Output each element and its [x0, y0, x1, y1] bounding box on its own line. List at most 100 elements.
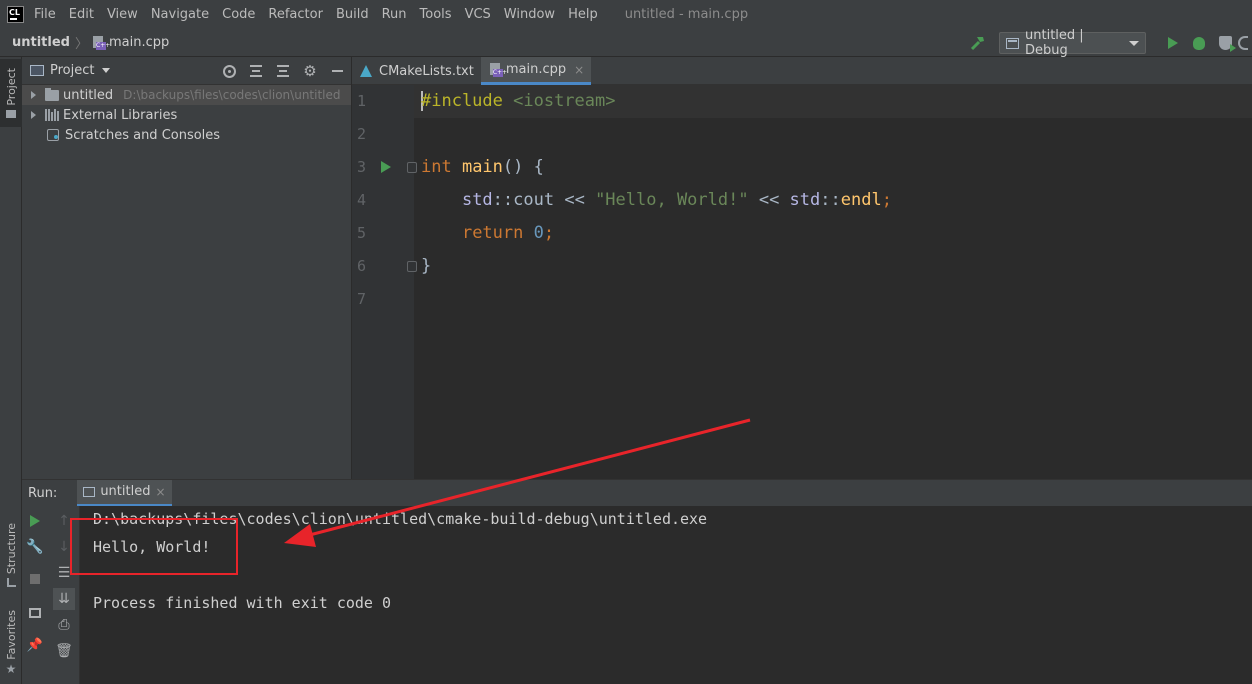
restore-layout-button[interactable]: [24, 602, 46, 624]
menu-build[interactable]: Build: [336, 7, 369, 22]
breadcrumb-project[interactable]: untitled: [12, 35, 70, 50]
close-icon[interactable]: ×: [155, 485, 165, 499]
tab-main-cpp[interactable]: C++ main.cpp ×: [480, 57, 592, 85]
run-panel-header: Run: untitled ×: [22, 479, 1252, 507]
breadcrumb-file[interactable]: main.cpp: [109, 35, 169, 50]
close-icon[interactable]: ×: [574, 63, 584, 77]
configuration-icon: [1006, 37, 1019, 49]
favorites-tool-tab[interactable]: Favorites ★: [0, 605, 22, 681]
print-button[interactable]: ⎙: [53, 614, 75, 636]
clear-all-button[interactable]: 🗑: [53, 640, 75, 662]
menu-navigate[interactable]: Navigate: [151, 7, 209, 22]
expand-all-button[interactable]: [246, 61, 266, 81]
project-tree: untitled D:\backups\files\codes\clion\un…: [22, 85, 351, 145]
trash-icon: 🗑: [55, 643, 73, 659]
play-icon: [1168, 37, 1178, 49]
pin-tab-button[interactable]: 📌: [24, 634, 46, 656]
line-number: 3: [357, 158, 367, 176]
stop-button[interactable]: [24, 568, 46, 590]
stop-icon: [30, 574, 40, 584]
structure-tool-tab[interactable]: Structure: [0, 517, 22, 593]
chevron-down-icon[interactable]: [102, 68, 111, 73]
chevron-right-icon[interactable]: [31, 91, 36, 99]
line-number: 7: [357, 290, 367, 308]
code-line-4: std::cout << "Hello, World!" << std::end…: [461, 190, 892, 210]
tree-item-label: untitled: [63, 87, 114, 103]
clion-logo-icon: CL: [7, 6, 24, 23]
menu-file[interactable]: File: [34, 7, 56, 22]
structure-tool-label: Structure: [4, 522, 18, 575]
run-button[interactable]: [1160, 32, 1186, 54]
menu-edit[interactable]: Edit: [69, 7, 94, 22]
scroll-to-end-icon: ⇊: [58, 591, 70, 607]
menu-view[interactable]: View: [107, 7, 138, 22]
library-icon: [45, 109, 59, 121]
menu-window[interactable]: Window: [504, 7, 555, 22]
menu-run[interactable]: Run: [382, 7, 407, 22]
expand-all-icon: [250, 65, 262, 77]
coverage-shield-icon: [1218, 36, 1236, 52]
project-panel: Project ⚙ untitled D:\backups\files\code…: [22, 57, 352, 479]
line-number: 2: [357, 125, 367, 143]
tree-item-untitled[interactable]: untitled D:\backups\files\codes\clion\un…: [22, 85, 351, 105]
project-panel-title[interactable]: Project: [50, 63, 94, 78]
editor-gutter: 1 2 3 4 5 6 7: [352, 85, 417, 479]
cmake-icon: [360, 65, 372, 77]
menu-code[interactable]: Code: [222, 7, 255, 22]
code-line-1: #include <iostream>: [421, 91, 616, 111]
tab-cmakelists[interactable]: CMakeLists.txt: [352, 57, 481, 85]
run-panel-title: Run:: [28, 485, 58, 501]
target-icon: [222, 64, 236, 78]
rerun-button[interactable]: [24, 510, 46, 532]
chevron-down-icon: [1129, 40, 1139, 46]
configuration-icon: [83, 486, 96, 497]
code-line-6: }: [421, 256, 432, 276]
run-configuration-select[interactable]: untitled | Debug: [999, 28, 1146, 58]
menu-help[interactable]: Help: [568, 7, 598, 22]
run-tab-untitled[interactable]: untitled ×: [77, 479, 172, 507]
code-area[interactable]: #include <iostream> int main() { std::co…: [414, 85, 1252, 479]
tree-item-label: Scratches and Consoles: [65, 127, 221, 143]
chevron-right-icon[interactable]: [31, 111, 36, 119]
menu-vcs[interactable]: VCS: [465, 7, 491, 22]
structure-icon: [6, 578, 16, 588]
code-editor[interactable]: 1 2 3 4 5 6 7 #include <iostream> int ma…: [352, 85, 1252, 479]
tree-item-external-libraries[interactable]: External Libraries: [22, 105, 351, 125]
left-tool-stripe: Project Structure Favorites ★: [0, 57, 22, 684]
build-hammer-icon[interactable]: [969, 34, 987, 52]
arrow-down-icon: ↓: [58, 539, 70, 555]
tab-label: CMakeLists.txt: [379, 63, 474, 79]
menu-tools[interactable]: Tools: [420, 7, 452, 22]
tree-item-scratches[interactable]: Scratches and Consoles: [22, 125, 351, 145]
soft-wrap-icon: ☰: [57, 565, 71, 581]
tree-item-label: External Libraries: [63, 107, 178, 123]
scroll-to-end-button[interactable]: ⇊: [53, 588, 75, 610]
debug-button[interactable]: [1186, 32, 1212, 54]
star-icon: ★: [5, 661, 17, 676]
more-actions-button[interactable]: [1238, 32, 1252, 54]
project-tool-tab[interactable]: Project: [0, 59, 22, 127]
run-with-coverage-button[interactable]: [1212, 32, 1238, 54]
scratches-icon: [47, 129, 59, 141]
menu-refactor[interactable]: Refactor: [268, 7, 323, 22]
run-gutter-play-icon[interactable]: [381, 161, 391, 173]
run-console[interactable]: D:\backups\files\codes\clion\untitled\cm…: [80, 506, 1252, 684]
annotation-highlight-box: [70, 518, 238, 575]
edit-configuration-button[interactable]: 🔧: [24, 536, 46, 558]
navigation-bar: untitled 〉 C++ main.cpp untitled | Debug: [0, 28, 1252, 58]
folder-icon: [45, 87, 59, 101]
project-tool-label: Project: [4, 68, 18, 106]
settings-button[interactable]: ⚙: [300, 61, 320, 81]
gear-icon: ⚙: [303, 61, 317, 80]
cpp-file-icon: C++: [92, 35, 110, 50]
line-number: 1: [357, 92, 367, 110]
project-view-icon: [30, 65, 44, 76]
collapse-all-button[interactable]: [273, 61, 293, 81]
run-tab-label: untitled: [100, 484, 151, 499]
minimize-icon: [331, 70, 343, 72]
wrench-icon: 🔧: [26, 539, 44, 555]
locate-file-button[interactable]: [219, 61, 239, 81]
run-toolbar-primary: 🔧 📌: [22, 506, 48, 684]
hide-panel-button[interactable]: [327, 61, 347, 81]
project-panel-header: Project ⚙: [22, 57, 351, 85]
